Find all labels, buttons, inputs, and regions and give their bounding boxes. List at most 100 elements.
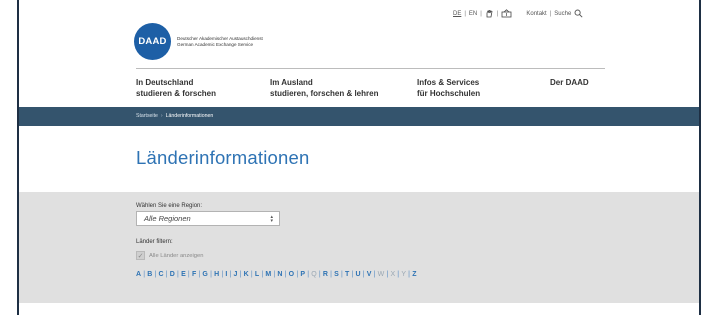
alphabet-separator: |: [261, 271, 264, 278]
alphabet-separator: |: [397, 271, 400, 278]
alphabet-separator: |: [330, 271, 332, 278]
region-select-label: Wählen Sie eine Region:: [136, 203, 203, 209]
alphabet-separator: |: [187, 271, 190, 278]
nav-item-ausland[interactable]: Im Ausland studieren, forschen & lehren: [270, 77, 378, 99]
nav-item-hochschulen[interactable]: Infos & Services für Hochschulen: [417, 77, 480, 99]
nav-item-label: Infos & Services: [417, 78, 480, 87]
alphabet-letter-m[interactable]: M: [265, 271, 271, 278]
alphabet-letter-j[interactable]: J: [234, 271, 238, 278]
show-all-countries-option[interactable]: ✓ Alle Länder anzeigen: [136, 251, 203, 260]
show-all-label: Alle Länder anzeigen: [149, 252, 204, 259]
region-select[interactable]: Alle Regionen ▴ ▾: [136, 211, 280, 226]
brand-name-en: German Academic Exchange Service: [177, 41, 254, 47]
alphabet-letter-o[interactable]: O: [289, 271, 294, 278]
nav-item-deutschland[interactable]: In Deutschland studieren & forschen: [136, 77, 216, 99]
alphabet-filter: A | B | C | D | E | F | G | H | I | J | K | L | M | N | O | P | Q | R | S | T |…: [136, 271, 416, 278]
search-icon[interactable]: [574, 9, 583, 18]
nav-item-der-daad[interactable]: Der DAAD: [550, 77, 589, 88]
alphabet-letter-a[interactable]: A: [136, 271, 141, 278]
alphabet-separator: |: [250, 271, 253, 278]
nav-item-sublabel: für Hochschulen: [417, 89, 481, 98]
alphabet-letter-z[interactable]: Z: [412, 271, 416, 278]
nav-item-label: In Deutschland: [136, 78, 194, 87]
easy-language-icon[interactable]: [501, 9, 512, 18]
alphabet-separator: |: [408, 271, 410, 278]
alphabet-separator: |: [210, 271, 212, 278]
alphabet-separator: |: [221, 271, 224, 278]
meta-separator: |: [464, 10, 466, 17]
page-title: Länderinformationen: [136, 147, 310, 168]
breadcrumb: Startseite › Länderinformationen: [136, 113, 213, 119]
alphabet-letter-i[interactable]: I: [225, 271, 227, 278]
alphabet-letter-b[interactable]: B: [147, 271, 152, 278]
alphabet-letter-q: Q: [311, 271, 317, 278]
alphabet-separator: |: [351, 271, 354, 278]
frame-right-border: [699, 0, 701, 315]
filter-panel: Wählen Sie eine Region: Alle Regionen ▴ ▾…: [19, 192, 699, 303]
alphabet-letter-n[interactable]: N: [277, 271, 282, 278]
show-all-checkbox[interactable]: ✓: [136, 251, 145, 260]
alphabet-letter-g[interactable]: G: [202, 271, 207, 278]
meta-separator: |: [549, 10, 552, 17]
alphabet-letter-v[interactable]: V: [367, 271, 372, 278]
breadcrumb-home-link[interactable]: Startseite: [136, 113, 158, 119]
nav-item-label: Im Ausland: [270, 78, 313, 87]
lang-en-link[interactable]: EN: [469, 11, 477, 17]
nav-item-sublabel: studieren, forschen & lehren: [270, 89, 379, 98]
meta-navigation: DE | EN | | Kontakt | Suche: [453, 9, 583, 18]
alphabet-separator: |: [198, 271, 201, 278]
alphabet-separator: |: [143, 271, 146, 278]
main-navigation: In Deutschland studieren & forschen Im A…: [19, 77, 699, 101]
brand-name-de: Deutscher Akademischer Austauschdienst: [177, 35, 263, 41]
alphabet-letter-r[interactable]: R: [323, 271, 328, 278]
alphabet-letter-d[interactable]: D: [170, 271, 175, 278]
region-select-value: Alle Regionen: [144, 214, 191, 223]
breadcrumb-bar: Startseite › Länderinformationen: [19, 107, 699, 126]
kontakt-link[interactable]: Kontakt: [526, 11, 546, 17]
alphabet-separator: |: [386, 271, 389, 278]
breadcrumb-current: Länderinformationen: [165, 113, 214, 119]
meta-separator: |: [496, 10, 499, 17]
daad-logo[interactable]: DAAD Deutscher Akademischer Austauschdie…: [134, 23, 263, 60]
alphabet-separator: |: [362, 271, 365, 278]
alphabet-letter-p[interactable]: P: [300, 271, 305, 278]
alphabet-letter-k[interactable]: K: [244, 271, 249, 278]
select-arrows-icon: ▴ ▾: [270, 214, 273, 224]
nav-item-label: Der DAAD: [550, 78, 589, 87]
logo-circle: DAAD: [134, 23, 171, 60]
country-filter-label: Länder filtern:: [136, 239, 173, 245]
alphabet-separator: |: [154, 271, 157, 278]
content-bottom: [19, 303, 699, 315]
suche-link[interactable]: Suche: [554, 11, 571, 17]
alphabet-separator: |: [307, 271, 310, 278]
alphabet-letter-h[interactable]: H: [214, 271, 219, 278]
alphabet-separator: |: [165, 271, 168, 278]
alphabet-letter-c[interactable]: C: [159, 271, 164, 278]
lang-de-link[interactable]: DE: [453, 11, 461, 17]
alphabet-separator: |: [273, 271, 276, 278]
alphabet-letter-u[interactable]: U: [355, 271, 360, 278]
title-section: Länderinformationen: [19, 126, 699, 192]
alphabet-separator: |: [318, 271, 321, 278]
alphabet-letter-t[interactable]: T: [345, 271, 349, 278]
alphabet-separator: |: [229, 271, 232, 278]
alphabet-separator: |: [373, 271, 376, 278]
meta-separator: |: [480, 10, 482, 17]
header-divider: [136, 68, 605, 69]
alphabet-letter-x: X: [390, 271, 396, 278]
alphabet-separator: |: [177, 271, 179, 278]
nav-item-sublabel: studieren & forschen: [136, 89, 217, 98]
hand-sign-language-icon[interactable]: [485, 9, 494, 18]
alphabet-separator: |: [296, 271, 299, 278]
logo-wordmark: Deutscher Akademischer Austauschdienst G…: [177, 36, 263, 48]
alphabet-letter-f[interactable]: F: [192, 271, 196, 278]
breadcrumb-separator: ›: [160, 113, 163, 119]
checkmark-icon: ✓: [137, 252, 144, 260]
alphabet-letter-y: Y: [401, 271, 406, 278]
alphabet-letter-l[interactable]: L: [255, 271, 259, 278]
alphabet-letter-e[interactable]: E: [181, 271, 186, 278]
alphabet-separator: |: [284, 271, 287, 278]
alphabet-separator: |: [340, 271, 343, 278]
alphabet-letter-s[interactable]: S: [334, 271, 339, 278]
site-header: DAAD Deutscher Akademischer Austauschdie…: [19, 0, 699, 107]
